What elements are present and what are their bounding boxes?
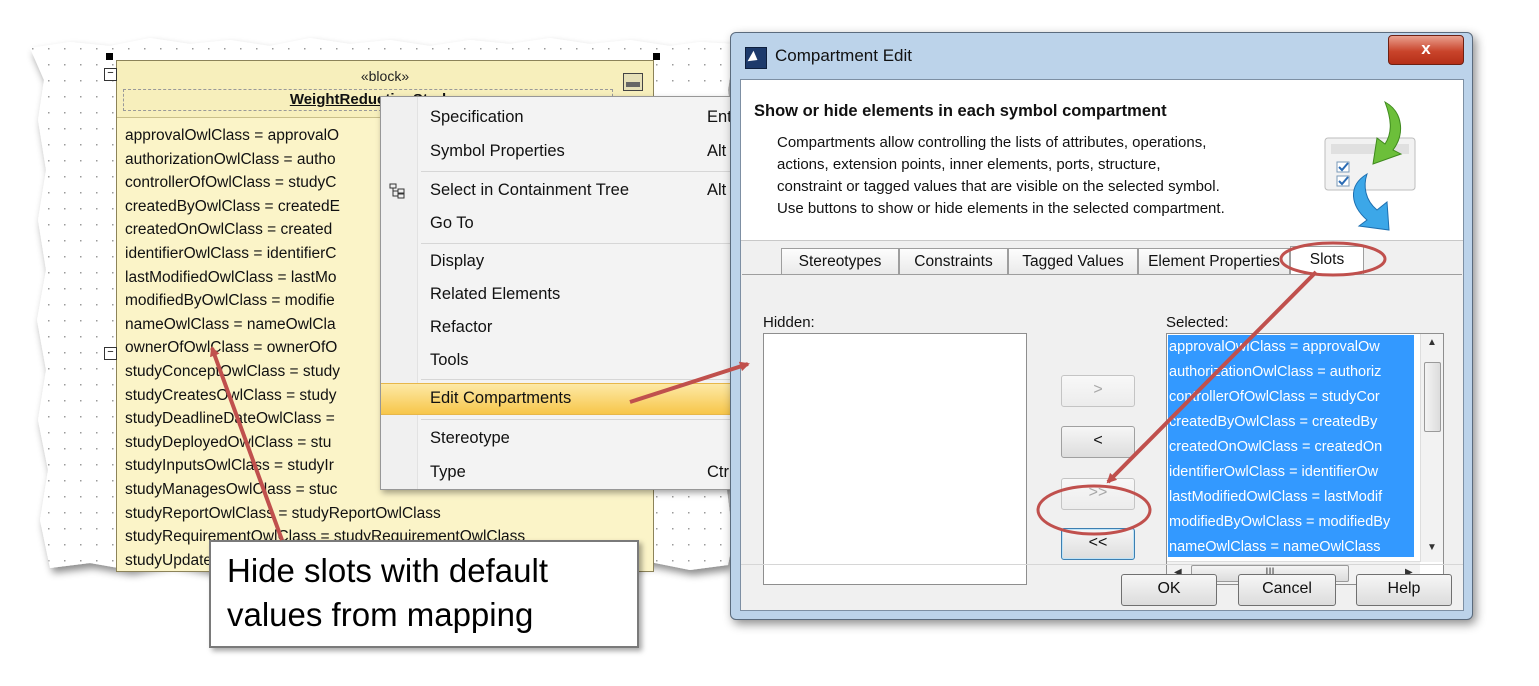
- selection-handle-top-left[interactable]: [106, 53, 113, 60]
- selected-list-item[interactable]: nameOwlClass = nameOwlClass: [1168, 535, 1414, 557]
- menu-separator: [421, 171, 737, 172]
- scroll-up-arrow-icon[interactable]: ▲: [1427, 337, 1437, 348]
- vertical-scroll-thumb[interactable]: [1424, 362, 1441, 432]
- menu-item-specification[interactable]: Specification Ent: [381, 103, 741, 133]
- hidden-label: Hidden:: [763, 314, 815, 331]
- selected-list-item[interactable]: createdOnOwlClass = createdOn: [1168, 435, 1414, 460]
- menu-item-label: Refactor: [430, 318, 493, 336]
- hidden-list[interactable]: [763, 333, 1027, 585]
- menu-item-label: Tools: [430, 351, 469, 369]
- info-panel: Show or hide elements in each symbol com…: [741, 80, 1463, 241]
- menu-item-symbol-properties[interactable]: Symbol Properties Alt: [381, 137, 741, 167]
- compartment-toggle-icon[interactable]: [623, 73, 643, 91]
- show-selected-button[interactable]: >: [1061, 375, 1135, 407]
- menu-item-shortcut: Alt: [707, 142, 727, 160]
- callout-line-2: values from mapping: [227, 596, 534, 633]
- menu-item-label: Type: [430, 463, 466, 481]
- selected-list-item[interactable]: approvalOwlClass = approvalOw: [1168, 335, 1414, 360]
- menu-item-label: Select in Containment Tree: [430, 181, 630, 199]
- description-line: Compartments allow controlling the lists…: [777, 134, 1207, 151]
- selected-list-item[interactable]: authorizationOwlClass = authoriz: [1168, 360, 1414, 385]
- callout-line-1: Hide slots with default: [227, 552, 548, 589]
- dialog-title: Compartment Edit: [775, 46, 912, 65]
- selected-list[interactable]: approvalOwlClass = approvalOw authorizati…: [1166, 333, 1444, 585]
- slot-row[interactable]: studyReportOwlClass = studyReportOwlClas…: [125, 502, 525, 526]
- description-line: actions, extension points, inner element…: [777, 156, 1161, 173]
- cancel-button[interactable]: Cancel: [1238, 574, 1336, 606]
- info-description: Compartments allow controlling the lists…: [777, 132, 1225, 220]
- menu-item-select-in-containment-tree[interactable]: Select in Containment Tree Alt: [381, 176, 741, 206]
- scroll-down-arrow-icon[interactable]: ▼: [1427, 542, 1437, 553]
- selected-list-item[interactable]: modifiedByOwlClass = modifiedBy: [1168, 510, 1414, 535]
- menu-item-label: Stereotype: [430, 429, 510, 447]
- show-all-button[interactable]: >>: [1061, 478, 1135, 510]
- menu-item-stereotype[interactable]: Stereotype: [381, 424, 741, 454]
- selected-list-item[interactable]: createdByOwlClass = createdBy: [1168, 410, 1414, 435]
- info-heading: Show or hide elements in each symbol com…: [754, 102, 1167, 120]
- compartment-edit-dialog: Compartment Edit x Show or hide elements…: [730, 32, 1473, 620]
- callout-box: Hide slots with default values from mapp…: [209, 540, 639, 648]
- menu-item-type[interactable]: Type Ctr: [381, 458, 741, 488]
- collapse-slots-icon[interactable]: −: [104, 347, 117, 360]
- menu-separator: [421, 379, 737, 380]
- menu-item-shortcut: Alt: [707, 181, 727, 199]
- menu-item-display[interactable]: Display: [381, 247, 741, 277]
- ok-button[interactable]: OK: [1121, 574, 1217, 606]
- selected-items: approvalOwlClass = approvalOw authorizati…: [1168, 335, 1414, 557]
- tab-element-properties[interactable]: Element Properties: [1138, 248, 1290, 275]
- menu-item-label: Specification: [430, 108, 524, 126]
- menu-separator: [421, 419, 737, 420]
- menu-item-label: Go To: [430, 214, 474, 232]
- app-icon: [745, 47, 767, 69]
- tab-stereotypes[interactable]: Stereotypes: [781, 248, 899, 275]
- selected-list-item[interactable]: controllerOfOwlClass = studyCor: [1168, 385, 1414, 410]
- menu-item-tools[interactable]: Tools: [381, 346, 741, 376]
- selected-list-item[interactable]: identifierOwlClass = identifierOw: [1168, 460, 1414, 485]
- tab-slots[interactable]: Slots: [1290, 246, 1364, 275]
- menu-item-label: Symbol Properties: [430, 142, 565, 160]
- block-stereotype: «block»: [360, 68, 410, 84]
- description-line: constraint or tagged values that are vis…: [777, 178, 1220, 195]
- menu-item-related-elements[interactable]: Related Elements: [381, 280, 741, 310]
- menu-item-label: Related Elements: [430, 285, 561, 303]
- selection-handle-top-right[interactable]: [653, 53, 660, 60]
- help-button[interactable]: Help: [1356, 574, 1452, 606]
- context-menu: Specification Ent Symbol Properties Alt …: [380, 96, 742, 490]
- description-line: Use buttons to show or hide elements in …: [777, 200, 1225, 217]
- tab-tagged-values[interactable]: Tagged Values: [1008, 248, 1138, 275]
- tab-constraints[interactable]: Constraints: [899, 248, 1008, 275]
- menu-item-shortcut: Ent: [707, 108, 732, 126]
- tab-strip: Stereotypes Constraints Tagged Values El…: [741, 246, 1463, 275]
- hide-selected-button[interactable]: <: [1061, 426, 1135, 458]
- dialog-client: Show or hide elements in each symbol com…: [740, 79, 1464, 611]
- menu-item-go-to[interactable]: Go To: [381, 209, 741, 239]
- menu-item-shortcut: Ctr: [707, 463, 729, 481]
- hide-all-button[interactable]: <<: [1061, 528, 1135, 560]
- collapse-header-icon[interactable]: −: [104, 68, 117, 81]
- compartment-illustration-icon: [1324, 100, 1416, 231]
- menu-item-label: Display: [430, 252, 485, 270]
- dialog-button-bar: OK Cancel Help: [741, 564, 1463, 611]
- menu-item-refactor[interactable]: Refactor: [381, 313, 741, 343]
- containment-tree-icon: [389, 183, 407, 199]
- selected-list-item[interactable]: lastModifiedOwlClass = lastModif: [1168, 485, 1414, 510]
- menu-separator: [421, 243, 737, 244]
- close-button[interactable]: x: [1388, 35, 1464, 65]
- vertical-scrollbar[interactable]: ▲ ▼: [1420, 334, 1443, 562]
- menu-item-label: Edit Compartments: [430, 389, 572, 407]
- selected-label: Selected:: [1166, 314, 1229, 331]
- menu-item-edit-compartments[interactable]: Edit Compartments: [381, 383, 741, 415]
- dialog-titlebar[interactable]: Compartment Edit x: [731, 33, 1472, 79]
